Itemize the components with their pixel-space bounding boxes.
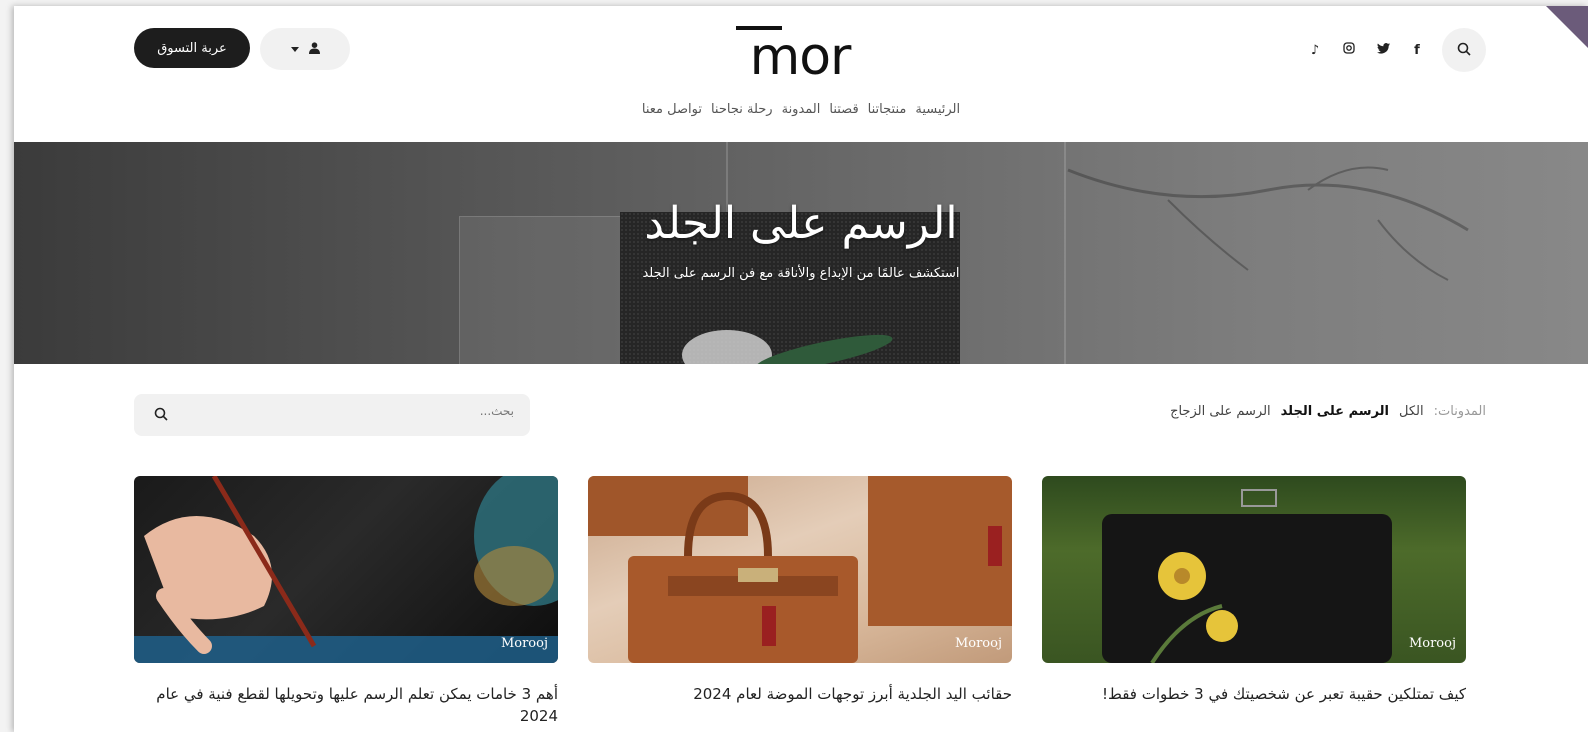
- hero-subtitle: استكشف عالمًا من الإبداع والأناقة مع فن …: [642, 266, 960, 281]
- blog-card-tag: Morooj: [500, 636, 548, 651]
- twitter-icon[interactable]: [1374, 42, 1392, 58]
- search-icon[interactable]: [154, 406, 168, 425]
- blog-card[interactable]: Morooj أهم 3 خامات يمكن تعلم الرسم عليها…: [134, 476, 558, 727]
- blog-card-image[interactable]: Morooj: [1042, 476, 1466, 663]
- blog-card-title[interactable]: حقائب اليد الجلدية أبرز توجهات الموضة لع…: [588, 683, 1012, 705]
- user-menu-button[interactable]: [260, 28, 350, 70]
- blog-card-tag: Morooj: [1408, 636, 1456, 651]
- cart-button[interactable]: عربة التسوق: [134, 28, 250, 68]
- filter-glass-painting[interactable]: الرسم على الزجاج: [1170, 404, 1271, 419]
- filter-leather-painting[interactable]: الرسم على الجلد: [1281, 404, 1389, 419]
- blog-card-tag: Morooj: [954, 636, 1002, 651]
- blog-card-title[interactable]: أهم 3 خامات يمكن تعلم الرسم عليها وتحويل…: [134, 683, 558, 727]
- tiktok-icon[interactable]: ♪: [1306, 43, 1324, 58]
- blog-card-image[interactable]: Morooj: [134, 476, 558, 663]
- main-nav: الرئيسية منتجاتنا قصتنا المدونة رحلة نجا…: [14, 102, 1588, 117]
- hero-title: الرسم على الجلد: [644, 198, 958, 249]
- blog-card[interactable]: Morooj حقائب اليد الجلدية أبرز توجهات ال…: [588, 476, 1012, 705]
- nav-item-blog[interactable]: المدونة: [782, 102, 821, 117]
- hero-banner: الرسم على الجلد استكشف عالمًا من الإبداع…: [14, 142, 1588, 364]
- blog-card-image[interactable]: Morooj: [588, 476, 1012, 663]
- header-search-button[interactable]: [1442, 28, 1486, 72]
- filter-all[interactable]: الكل: [1399, 404, 1424, 419]
- social-links: ♪ f: [1306, 28, 1486, 72]
- nav-item-story[interactable]: قصتنا: [829, 102, 858, 117]
- page-frame: عربة التسوق mor ♪ f الرئيسية منتجاتنا قص…: [14, 6, 1588, 732]
- facebook-icon[interactable]: f: [1408, 43, 1426, 58]
- user-icon: [308, 41, 320, 57]
- blog-search-input[interactable]: [214, 404, 514, 418]
- search-icon: [1457, 41, 1471, 60]
- blog-card[interactable]: Morooj كيف تمتلكين حقيبة تعبر عن شخصيتك …: [1042, 476, 1466, 705]
- logo[interactable]: mor: [720, 22, 880, 87]
- caret-down-icon: [290, 42, 299, 56]
- nav-item-contact[interactable]: تواصل معنا: [642, 102, 702, 117]
- nav-item-products[interactable]: منتجاتنا: [868, 102, 907, 117]
- cart-button-label: عربة التسوق: [157, 40, 227, 56]
- corner-ribbon: [1546, 6, 1588, 48]
- blog-filters-label: المدونات:: [1433, 404, 1486, 419]
- instagram-icon[interactable]: [1340, 42, 1358, 58]
- blog-search-box: [134, 394, 530, 436]
- nav-item-journey[interactable]: رحلة نجاحنا: [711, 102, 773, 117]
- logo-text: mor: [750, 27, 852, 82]
- nav-item-home[interactable]: الرئيسية: [915, 102, 960, 117]
- blog-card-title[interactable]: كيف تمتلكين حقيبة تعبر عن شخصيتك في 3 خط…: [1042, 683, 1466, 705]
- blog-filters: المدونات: الكل الرسم على الجلد الرسم على…: [1170, 404, 1486, 419]
